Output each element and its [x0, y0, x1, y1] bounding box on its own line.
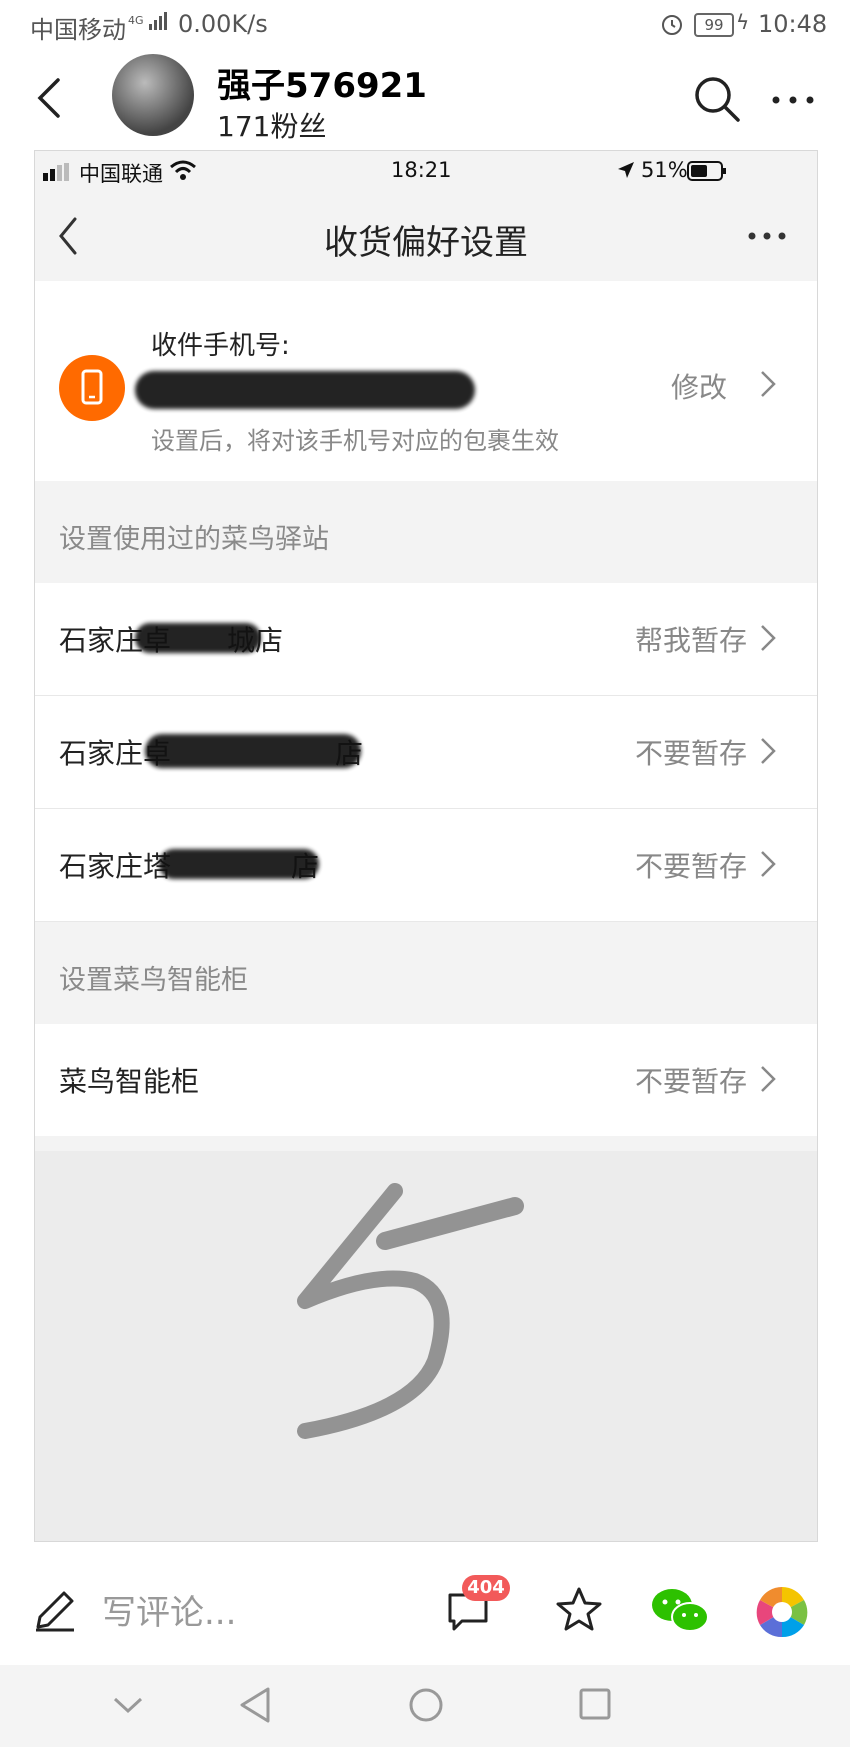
more-dots-icon [772, 96, 814, 104]
station-action: 不要暂存 [634, 737, 747, 770]
signal-icon [149, 12, 168, 30]
station-row[interactable]: 石家庄卓店 不要暂存 [35, 696, 817, 809]
username[interactable]: 强子576921 [217, 58, 427, 107]
moments-aperture-icon [756, 1586, 808, 1638]
more-button[interactable] [770, 80, 816, 120]
phone-number-redacted [135, 365, 475, 415]
locker-action: 不要暂存 [634, 1065, 747, 1098]
section-title: 设置使用过的菜鸟驿站 [59, 524, 329, 555]
network-speed: 0.00K/s [178, 10, 268, 38]
location-arrow-icon [618, 162, 634, 178]
locker-row[interactable]: 菜鸟智能柜 不要暂存 [35, 1024, 817, 1136]
alarm-icon [660, 12, 684, 42]
chevron-right-icon [761, 371, 776, 397]
chevron-right-icon [761, 1066, 776, 1092]
phone-note: 设置后，将对该手机号对应的包裹生效 [151, 427, 559, 455]
handwritten-five-mark [297, 1183, 524, 1439]
embedded-time: 18:21 [391, 158, 452, 182]
share-moments-button[interactable] [755, 1585, 809, 1639]
recents-square-icon[interactable] [578, 1687, 612, 1721]
locker-name: 菜鸟智能柜 [59, 1065, 200, 1098]
station-row[interactable]: 石家庄塔店 不要暂存 [35, 809, 817, 922]
chevron-right-icon [761, 851, 776, 877]
section-title: 设置菜鸟智能柜 [59, 965, 248, 996]
section-header-stations: 设置使用过的菜鸟驿站 [35, 481, 817, 583]
search-button[interactable] [692, 74, 742, 124]
embedded-status-bar: 中国联通 18:21 51% [35, 151, 817, 191]
chevron-right-icon [761, 625, 776, 651]
carrier-label: 中国移动 [30, 16, 126, 44]
phone-icon [59, 355, 125, 421]
wifi-icon [170, 160, 196, 180]
home-circle-icon[interactable] [408, 1687, 444, 1723]
embedded-screenshot: 中国联通 18:21 51% 收货偏好设置 收件手机号: 设置后，将对该手机号对… [34, 150, 818, 1542]
station-action: 帮我暂存 [634, 624, 747, 657]
embedded-titlebar: 收货偏好设置 [35, 191, 817, 281]
charging-icon: ϟ [736, 10, 750, 34]
post-header: 强子576921 171粉丝 [0, 50, 850, 150]
network-type: 4G [128, 14, 144, 27]
star-icon [556, 1587, 602, 1631]
follower-count: 171粉丝 [217, 110, 327, 143]
system-navigation-bar [0, 1665, 850, 1747]
chevron-right-icon [761, 738, 776, 764]
search-icon [695, 77, 740, 122]
share-wechat-button[interactable] [650, 1585, 710, 1635]
battery-icon [687, 161, 726, 181]
bottom-action-bar: 写评论... 404 [0, 1565, 850, 1665]
handwritten-annotation-area [35, 1151, 817, 1541]
pen-icon [36, 1591, 74, 1632]
battery-level: 99 [694, 13, 734, 37]
back-triangle-icon[interactable] [238, 1685, 272, 1725]
page-title: 收货偏好设置 [324, 223, 528, 263]
back-button[interactable] [34, 78, 64, 118]
edit-button[interactable]: 修改 [671, 366, 727, 406]
clock: 10:48 [758, 10, 828, 38]
embedded-battery-percent: 51% [641, 158, 688, 182]
station-row[interactable]: 石家庄卓城店 帮我暂存 [35, 583, 817, 696]
write-comment-button[interactable] [32, 1587, 78, 1633]
favorite-button[interactable] [554, 1585, 604, 1635]
phone-setting-card[interactable]: 收件手机号: 设置后，将对该手机号对应的包裹生效 修改 [35, 281, 817, 481]
avatar[interactable] [112, 54, 194, 136]
status-bar: 中国移动 4G 0.00K/s 99 ϟ 10:48 [0, 0, 850, 50]
network-indicator: 4G [128, 12, 169, 30]
signal-icon [43, 163, 69, 181]
chevron-left-icon [37, 78, 60, 118]
embedded-carrier: 中国联通 [79, 162, 163, 186]
section-header-lockers: 设置菜鸟智能柜 [35, 922, 817, 1024]
wechat-icon [652, 1589, 709, 1632]
phone-label: 收件手机号: [151, 331, 290, 361]
comment-count-badge: 404 [462, 1575, 510, 1601]
more-dots-icon [748, 232, 786, 240]
station-action: 不要暂存 [634, 850, 747, 883]
comment-input[interactable]: 写评论... [102, 1585, 236, 1634]
chevron-down-icon[interactable] [112, 1695, 144, 1715]
